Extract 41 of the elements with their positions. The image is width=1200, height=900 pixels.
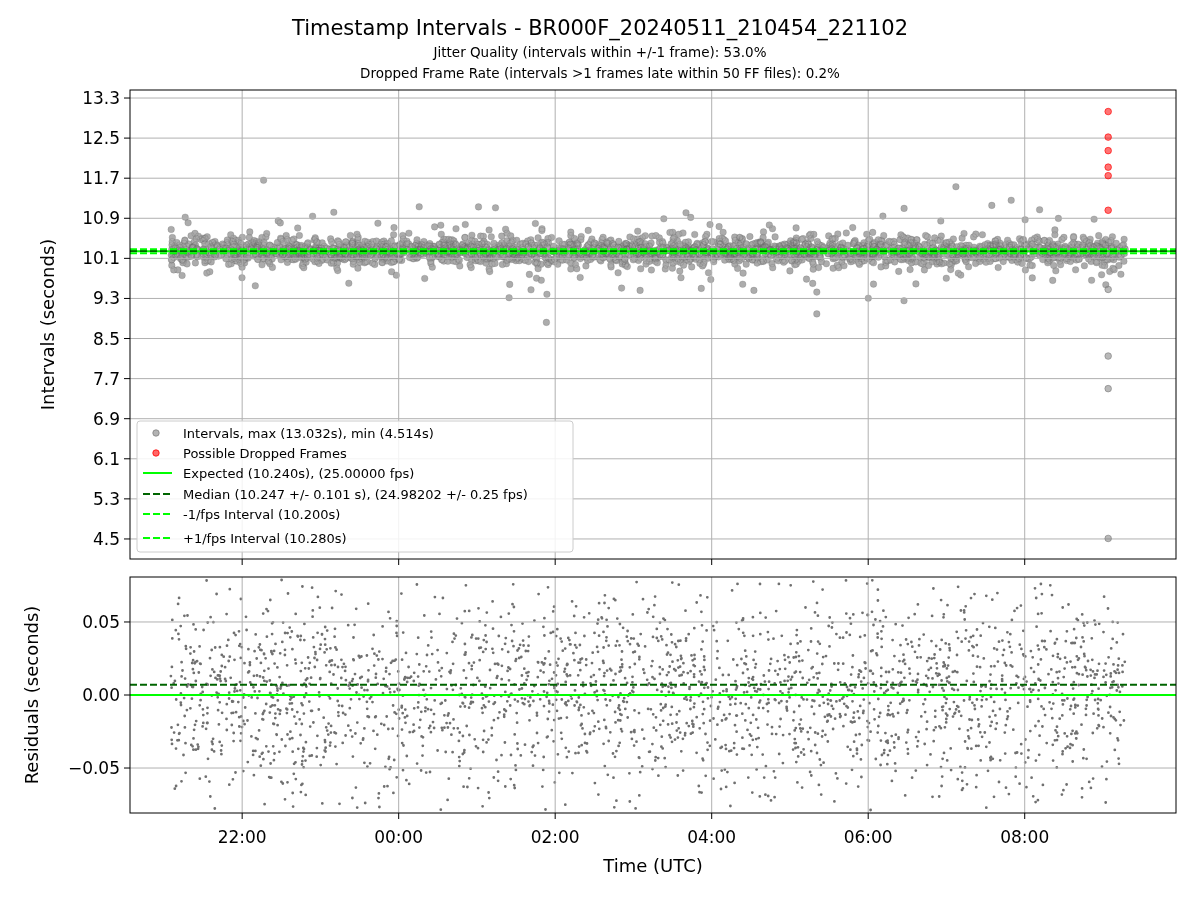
- legend-label: +1/fps Interval (10.280s): [183, 530, 347, 546]
- y-tick-label: 7.7: [92, 368, 120, 389]
- data-point: [1104, 534, 1112, 543]
- y-tick-label: 10.1: [82, 248, 120, 269]
- data-point: [1104, 352, 1112, 360]
- y-tick-label: 11.7: [82, 168, 120, 189]
- chart-subtitle: Dropped Frame Rate (intervals >1 frames late within 50 FF files): 0.2%: [360, 64, 840, 83]
- chart-subtitle: Jitter Quality (intervals within +/-1 frame): 53.0%: [433, 43, 767, 62]
- data-point: [1104, 206, 1112, 214]
- data-point: [1104, 133, 1112, 141]
- legend-label: Expected (10.240s), (25.00000 fps): [183, 465, 415, 481]
- y-tick-label: 4.5: [92, 528, 120, 549]
- y-tick-label: 12.5: [82, 128, 120, 149]
- y-axis-label: Intervals (seconds): [37, 238, 58, 411]
- data-point: [1104, 107, 1112, 116]
- legend-label: Intervals, max (13.032s), min (4.514s): [183, 425, 434, 441]
- legend-label: -1/fps Interval (10.200s): [183, 506, 341, 522]
- data-point: [1104, 384, 1112, 393]
- x-axis-label: Time (UTC): [603, 855, 703, 876]
- y-tick-label: 0.00: [82, 685, 120, 705]
- y-tick-label: 13.3: [82, 88, 120, 108]
- y-axis-label: Residuals (seconds): [21, 605, 42, 785]
- y-tick-label: 5.3: [92, 488, 120, 509]
- legend-label: Possible Dropped Frames: [183, 445, 347, 461]
- chart-title: Timestamp Intervals - BR000F_20240511_210454_221102: [291, 15, 909, 42]
- x-tick-label: 04:00: [687, 827, 737, 847]
- y-tick-label: −0.05: [67, 758, 120, 778]
- y-tick-label: 0.05: [82, 612, 120, 632]
- y-tick-label: 9.3: [92, 288, 120, 309]
- data-point: [1104, 146, 1112, 155]
- data-point: [1104, 285, 1112, 294]
- y-tick-label: 6.9: [92, 408, 120, 429]
- legend-label: Median (10.247 +/- 0.101 s), (24.98202 +/- 0.25 fps): [183, 486, 528, 502]
- x-tick-label: 02:00: [530, 827, 580, 847]
- x-tick-label: 06:00: [843, 827, 893, 847]
- x-tick-label: 00:00: [374, 827, 424, 847]
- x-tick-label: 22:00: [217, 827, 267, 847]
- y-tick-label: 10.9: [82, 208, 120, 229]
- x-tick-label: 08:00: [1000, 827, 1050, 847]
- y-tick-label: 8.5: [92, 328, 120, 349]
- y-tick-label: 6.1: [92, 448, 120, 469]
